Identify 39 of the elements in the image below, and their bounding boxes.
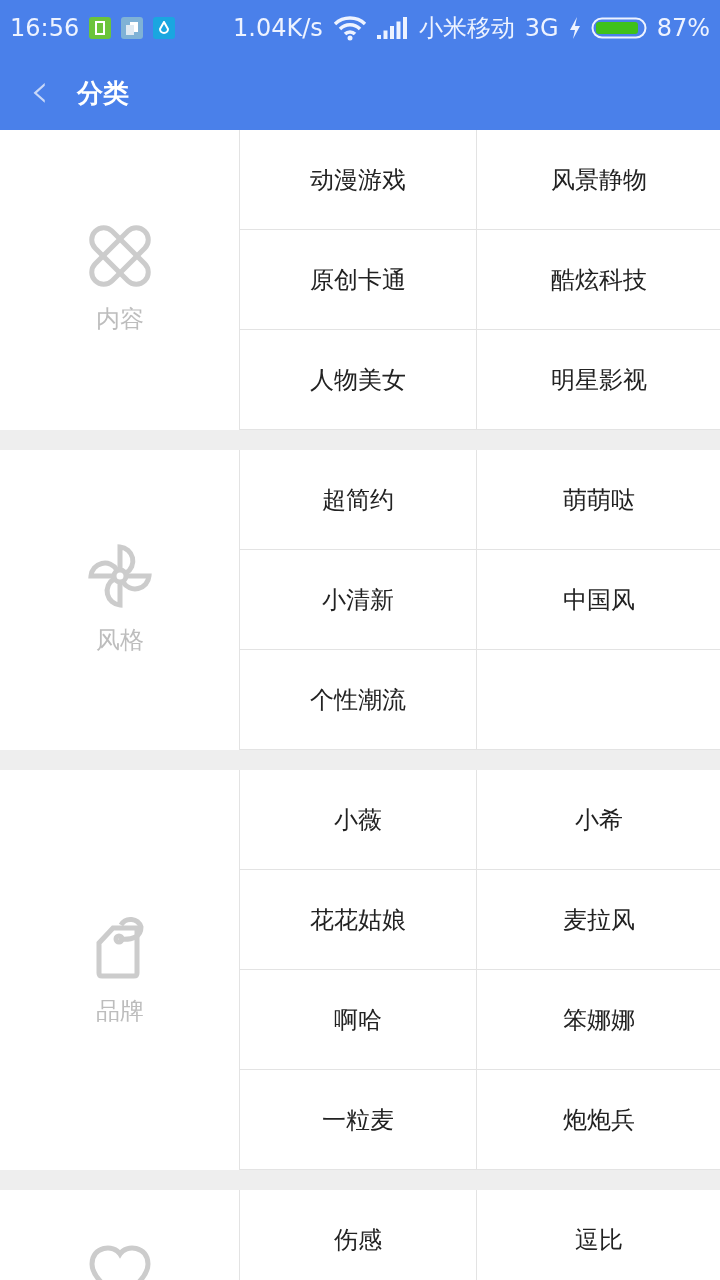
category-item[interactable]: 萌萌哒 <box>477 450 720 550</box>
category-item[interactable]: 小薇 <box>240 770 477 870</box>
network-speed: 1.04K/s <box>233 14 323 42</box>
category-item[interactable]: 个性潮流 <box>240 650 477 750</box>
category-item[interactable]: 啊哈 <box>240 970 477 1070</box>
category-item[interactable]: 一粒麦 <box>240 1070 477 1170</box>
category-item[interactable]: 酷炫科技 <box>477 230 720 330</box>
category-item[interactable]: 原创卡通 <box>240 230 477 330</box>
category-item[interactable]: 小希 <box>477 770 720 870</box>
category-item[interactable]: 花花姑娘 <box>240 870 477 970</box>
category-label: 内容 <box>95 304 144 335</box>
carrier-name: 小米移动 <box>418 13 515 44</box>
category-label: 品牌 <box>95 996 144 1027</box>
category-item[interactable]: 明星影视 <box>477 330 720 430</box>
clock: 16:56 <box>10 14 80 42</box>
category-item[interactable]: 逗比 <box>477 1190 720 1280</box>
category-item[interactable]: 笨娜娜 <box>477 970 720 1070</box>
category-item[interactable]: 伤感 <box>240 1190 477 1280</box>
charging-icon <box>568 17 581 39</box>
drop-icon <box>153 17 176 39</box>
battery-icon <box>590 17 647 39</box>
sim-icon <box>89 17 112 39</box>
category-item[interactable]: 麦拉风 <box>477 870 720 970</box>
category-label: 风格 <box>95 625 144 656</box>
category-item[interactable]: 人物美女 <box>240 330 477 430</box>
battery-percent: 87% <box>656 14 710 42</box>
knot-icon <box>88 225 151 287</box>
page-title: 分类 <box>77 76 130 110</box>
network-type: 3G <box>524 14 559 42</box>
category-item[interactable]: 动漫游戏 <box>240 130 477 230</box>
fan-icon <box>87 544 152 608</box>
category-item[interactable]: 中国风 <box>477 550 720 650</box>
category-item[interactable]: 风景静物 <box>477 130 720 230</box>
category-item[interactable]: 超简约 <box>240 450 477 550</box>
signal-icon <box>376 17 409 39</box>
copy-icon <box>121 17 144 39</box>
wifi-icon <box>332 15 367 41</box>
category-item[interactable]: 炮炮兵 <box>477 1070 720 1170</box>
category-item[interactable]: 小清新 <box>240 550 477 650</box>
